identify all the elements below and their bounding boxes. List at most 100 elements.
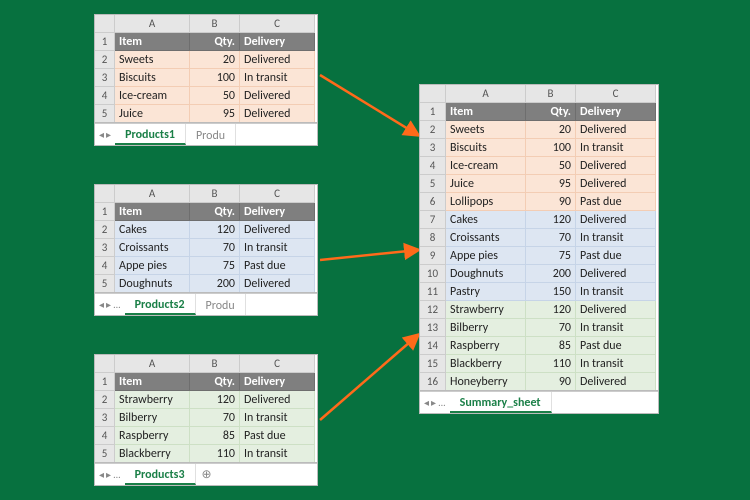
table-header-delivery[interactable]: Delivery [576, 103, 656, 121]
col-header-b[interactable]: B [190, 355, 240, 373]
row-header[interactable]: 2 [95, 51, 115, 69]
cell-qty[interactable]: 90 [526, 373, 576, 391]
cell-item[interactable]: Bilberry [115, 409, 190, 427]
row-header[interactable]: 7 [420, 211, 446, 229]
row-header[interactable]: 4 [95, 427, 115, 445]
col-header-b[interactable]: B [190, 15, 240, 33]
row-header[interactable]: 1 [420, 103, 446, 121]
cell-item[interactable]: Appe pies [115, 257, 190, 275]
cell-qty[interactable]: 90 [526, 193, 576, 211]
tab-nav-prev-icon[interactable]: ◂ [424, 396, 429, 409]
cell-item[interactable]: Honeyberry [446, 373, 526, 391]
select-all-corner[interactable] [420, 85, 446, 103]
cell-delivery[interactable]: Past due [576, 193, 656, 211]
cell-delivery[interactable]: Past due [576, 247, 656, 265]
cell-item[interactable]: Ice-cream [446, 157, 526, 175]
cell-item[interactable]: Raspberry [115, 427, 190, 445]
cell-qty[interactable]: 200 [526, 265, 576, 283]
cell-item[interactable]: Juice [115, 105, 190, 123]
col-header-b[interactable]: B [526, 85, 576, 103]
cell-qty[interactable]: 100 [526, 139, 576, 157]
row-header[interactable]: 2 [95, 391, 115, 409]
cell-qty[interactable]: 50 [190, 87, 240, 105]
cell-item[interactable]: Bilberry [446, 319, 526, 337]
row-header[interactable]: 5 [95, 275, 115, 293]
table-header-item[interactable]: Item [115, 33, 190, 51]
tab-nav-next-icon[interactable]: ▸ [431, 396, 436, 409]
row-header[interactable]: 13 [420, 319, 446, 337]
cell-delivery[interactable]: Delivered [240, 221, 315, 239]
tab-nav-next-icon[interactable]: ▸ [106, 298, 111, 311]
row-header[interactable]: 12 [420, 301, 446, 319]
cell-delivery[interactable]: Delivered [576, 121, 656, 139]
tab-nav-prev-icon[interactable]: ◂ [99, 298, 104, 311]
select-all-corner[interactable] [95, 355, 115, 373]
tab-summary-sheet[interactable]: Summary_sheet [450, 392, 552, 413]
cell-delivery[interactable]: In transit [240, 445, 315, 463]
tab-nav-more-icon[interactable]: ... [113, 298, 121, 311]
table-header-qty[interactable]: Qty. [190, 33, 240, 51]
cell-delivery[interactable]: Past due [240, 427, 315, 445]
row-header[interactable]: 5 [420, 175, 446, 193]
cell-qty[interactable]: 200 [190, 275, 240, 293]
cell-delivery[interactable]: Delivered [576, 301, 656, 319]
row-header[interactable]: 16 [420, 373, 446, 391]
cell-item[interactable]: Doughnuts [115, 275, 190, 293]
cell-delivery[interactable]: In transit [576, 319, 656, 337]
cell-delivery[interactable]: In transit [240, 409, 315, 427]
cell-delivery[interactable]: Delivered [240, 105, 315, 123]
cell-qty[interactable]: 20 [190, 51, 240, 69]
row-header[interactable]: 4 [95, 87, 115, 105]
col-header-a[interactable]: A [115, 15, 190, 33]
cell-qty[interactable]: 120 [190, 221, 240, 239]
cell-qty[interactable]: 110 [526, 355, 576, 373]
cell-qty[interactable]: 120 [526, 211, 576, 229]
col-header-c[interactable]: C [240, 355, 315, 373]
row-header[interactable]: 3 [95, 409, 115, 427]
cell-delivery[interactable]: Past due [240, 257, 315, 275]
cell-item[interactable]: Ice-cream [115, 87, 190, 105]
cell-delivery[interactable]: Delivered [240, 51, 315, 69]
cell-qty[interactable]: 50 [526, 157, 576, 175]
cell-qty[interactable]: 95 [526, 175, 576, 193]
row-header[interactable]: 9 [420, 247, 446, 265]
cell-delivery[interactable]: In transit [576, 283, 656, 301]
col-header-a[interactable]: A [446, 85, 526, 103]
col-header-a[interactable]: A [115, 355, 190, 373]
cell-item[interactable]: Cakes [446, 211, 526, 229]
tab-products2[interactable]: Products2 [125, 294, 196, 315]
row-header[interactable]: 2 [420, 121, 446, 139]
cell-delivery[interactable]: Delivered [240, 275, 315, 293]
cell-delivery[interactable]: In transit [576, 229, 656, 247]
tab-next-sheet[interactable]: Produ [186, 124, 236, 145]
tab-nav-prev-icon[interactable]: ◂ [99, 128, 104, 141]
cell-delivery[interactable]: Delivered [240, 87, 315, 105]
cell-item[interactable]: Juice [446, 175, 526, 193]
tab-nav-more-icon[interactable]: ... [113, 468, 121, 481]
select-all-corner[interactable] [95, 15, 115, 33]
col-header-b[interactable]: B [190, 185, 240, 203]
cell-qty[interactable]: 110 [190, 445, 240, 463]
cell-item[interactable]: Doughnuts [446, 265, 526, 283]
cell-item[interactable]: Lollipops [446, 193, 526, 211]
tab-next-sheet[interactable]: Produ [196, 294, 246, 315]
row-header[interactable]: 5 [95, 445, 115, 463]
cell-delivery[interactable]: Delivered [576, 373, 656, 391]
cell-delivery[interactable]: In transit [576, 355, 656, 373]
cell-qty[interactable]: 70 [190, 409, 240, 427]
tab-products1[interactable]: Products1 [115, 124, 186, 145]
col-header-c[interactable]: C [240, 15, 315, 33]
cell-item[interactable]: Cakes [115, 221, 190, 239]
cell-item[interactable]: Strawberry [446, 301, 526, 319]
row-header[interactable]: 14 [420, 337, 446, 355]
cell-delivery[interactable]: Delivered [576, 211, 656, 229]
select-all-corner[interactable] [95, 185, 115, 203]
tab-nav-more-icon[interactable]: ... [438, 396, 446, 409]
cell-delivery[interactable]: Delivered [576, 157, 656, 175]
col-header-c[interactable]: C [240, 185, 315, 203]
cell-delivery[interactable]: In transit [240, 239, 315, 257]
tab-products3[interactable]: Products3 [125, 464, 196, 485]
row-header[interactable]: 8 [420, 229, 446, 247]
row-header[interactable]: 4 [95, 257, 115, 275]
row-header[interactable]: 3 [420, 139, 446, 157]
